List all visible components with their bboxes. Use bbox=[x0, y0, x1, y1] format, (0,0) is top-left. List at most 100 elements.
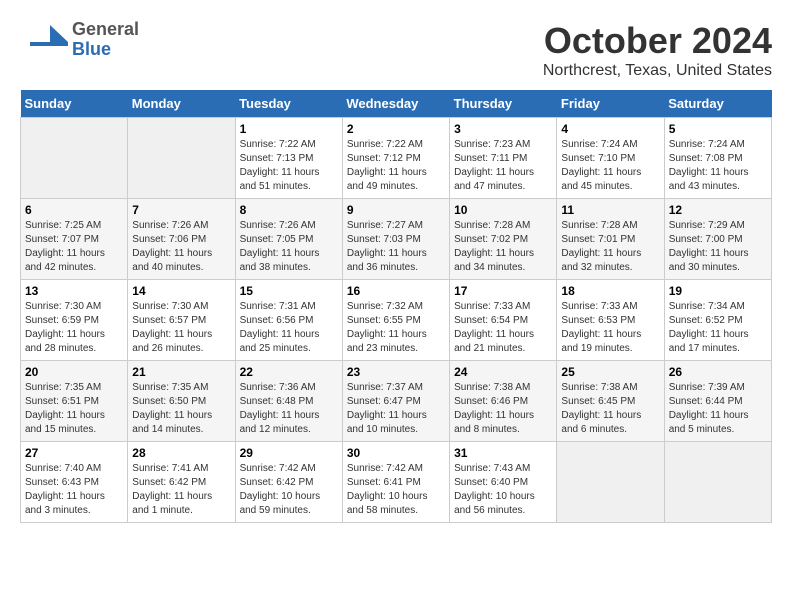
day-number: 20 bbox=[25, 365, 123, 379]
day-header-saturday: Saturday bbox=[664, 90, 771, 118]
calendar-cell: 22 Sunrise: 7:36 AM Sunset: 6:48 PM Dayli… bbox=[235, 361, 342, 442]
calendar-cell: 12Sunrise: 7:29 AM Sunset: 7:00 PM Dayli… bbox=[664, 199, 771, 280]
day-number: 11 bbox=[561, 203, 659, 217]
logo-words: General Blue bbox=[72, 20, 139, 60]
day-number: 21 bbox=[132, 365, 230, 379]
day-info: Sunrise: 7:22 AM Sunset: 7:12 PM Dayligh… bbox=[347, 138, 445, 194]
day-info: Sunrise: 7:35 AM Sunset: 6:51 PM Dayligh… bbox=[25, 381, 123, 437]
page-header: General Blue October 2024 Northcrest, Te… bbox=[20, 20, 772, 80]
calendar-cell: 9 Sunrise: 7:27 AM Sunset: 7:03 PM Daylig… bbox=[342, 199, 449, 280]
day-info: Sunrise: 7:30 AM Sunset: 6:57 PM Dayligh… bbox=[132, 300, 230, 356]
calendar-cell bbox=[21, 118, 128, 199]
calendar-cell: 18Sunrise: 7:33 AM Sunset: 6:53 PM Dayli… bbox=[557, 280, 664, 361]
calendar-cell: 29 Sunrise: 7:42 AM Sunset: 6:42 PM Dayli… bbox=[235, 442, 342, 523]
calendar-cell: 13 Sunrise: 7:30 AM Sunset: 6:59 PM Dayli… bbox=[21, 280, 128, 361]
day-number: 29 bbox=[240, 446, 338, 460]
calendar-cell: 31Sunrise: 7:43 AM Sunset: 6:40 PM Dayli… bbox=[450, 442, 557, 523]
calendar-cell: 6Sunrise: 7:25 AM Sunset: 7:07 PM Daylig… bbox=[21, 199, 128, 280]
day-number: 8 bbox=[240, 203, 338, 217]
day-info: Sunrise: 7:39 AM Sunset: 6:44 PM Dayligh… bbox=[669, 381, 767, 437]
day-info: Sunrise: 7:28 AM Sunset: 7:01 PM Dayligh… bbox=[561, 219, 659, 275]
day-number: 17 bbox=[454, 284, 552, 298]
day-number: 28 bbox=[132, 446, 230, 460]
day-info: Sunrise: 7:24 AM Sunset: 7:08 PM Dayligh… bbox=[669, 138, 767, 194]
day-info: Sunrise: 7:23 AM Sunset: 7:11 PM Dayligh… bbox=[454, 138, 552, 194]
calendar-cell: 30Sunrise: 7:42 AM Sunset: 6:41 PM Dayli… bbox=[342, 442, 449, 523]
calendar-cell: 7 Sunrise: 7:26 AM Sunset: 7:06 PM Daylig… bbox=[128, 199, 235, 280]
calendar-table: SundayMondayTuesdayWednesdayThursdayFrid… bbox=[20, 90, 772, 523]
logo-blue-text: Blue bbox=[72, 40, 139, 60]
calendar-cell: 1Sunrise: 7:22 AM Sunset: 7:13 PM Daylig… bbox=[235, 118, 342, 199]
day-number: 25 bbox=[561, 365, 659, 379]
calendar-cell: 3 Sunrise: 7:23 AM Sunset: 7:11 PM Daylig… bbox=[450, 118, 557, 199]
calendar-cell: 20 Sunrise: 7:35 AM Sunset: 6:51 PM Dayli… bbox=[21, 361, 128, 442]
calendar-cell: 28 Sunrise: 7:41 AM Sunset: 6:42 PM Dayli… bbox=[128, 442, 235, 523]
calendar-cell: 4Sunrise: 7:24 AM Sunset: 7:10 PM Daylig… bbox=[557, 118, 664, 199]
day-number: 5 bbox=[669, 122, 767, 136]
day-header-wednesday: Wednesday bbox=[342, 90, 449, 118]
day-number: 9 bbox=[347, 203, 445, 217]
day-header-monday: Monday bbox=[128, 90, 235, 118]
day-header-tuesday: Tuesday bbox=[235, 90, 342, 118]
day-info: Sunrise: 7:28 AM Sunset: 7:02 PM Dayligh… bbox=[454, 219, 552, 275]
calendar-cell: 11 Sunrise: 7:28 AM Sunset: 7:01 PM Dayli… bbox=[557, 199, 664, 280]
day-info: Sunrise: 7:36 AM Sunset: 6:48 PM Dayligh… bbox=[240, 381, 338, 437]
day-number: 10 bbox=[454, 203, 552, 217]
week-row-3: 13 Sunrise: 7:30 AM Sunset: 6:59 PM Dayli… bbox=[21, 280, 772, 361]
day-number: 2 bbox=[347, 122, 445, 136]
calendar-cell bbox=[128, 118, 235, 199]
calendar-cell: 25 Sunrise: 7:38 AM Sunset: 6:45 PM Dayli… bbox=[557, 361, 664, 442]
logo-general-text: General bbox=[72, 20, 139, 40]
calendar-cell: 8 Sunrise: 7:26 AM Sunset: 7:05 PM Daylig… bbox=[235, 199, 342, 280]
day-number: 16 bbox=[347, 284, 445, 298]
day-info: Sunrise: 7:31 AM Sunset: 6:56 PM Dayligh… bbox=[240, 300, 338, 356]
day-number: 7 bbox=[132, 203, 230, 217]
page-title: October 2024 bbox=[543, 20, 772, 62]
day-number: 24 bbox=[454, 365, 552, 379]
day-info: Sunrise: 7:42 AM Sunset: 6:42 PM Dayligh… bbox=[240, 462, 338, 518]
day-info: Sunrise: 7:43 AM Sunset: 6:40 PM Dayligh… bbox=[454, 462, 552, 518]
calendar-cell: 24Sunrise: 7:38 AM Sunset: 6:46 PM Dayli… bbox=[450, 361, 557, 442]
day-number: 4 bbox=[561, 122, 659, 136]
day-info: Sunrise: 7:26 AM Sunset: 7:05 PM Dayligh… bbox=[240, 219, 338, 275]
day-number: 30 bbox=[347, 446, 445, 460]
day-number: 3 bbox=[454, 122, 552, 136]
day-info: Sunrise: 7:41 AM Sunset: 6:42 PM Dayligh… bbox=[132, 462, 230, 518]
week-row-5: 27Sunrise: 7:40 AM Sunset: 6:43 PM Dayli… bbox=[21, 442, 772, 523]
day-info: Sunrise: 7:38 AM Sunset: 6:45 PM Dayligh… bbox=[561, 381, 659, 437]
day-number: 15 bbox=[240, 284, 338, 298]
calendar-cell: 16 Sunrise: 7:32 AM Sunset: 6:55 PM Dayli… bbox=[342, 280, 449, 361]
day-info: Sunrise: 7:33 AM Sunset: 6:54 PM Dayligh… bbox=[454, 300, 552, 356]
calendar-cell: 10 Sunrise: 7:28 AM Sunset: 7:02 PM Dayli… bbox=[450, 199, 557, 280]
day-number: 13 bbox=[25, 284, 123, 298]
day-number: 22 bbox=[240, 365, 338, 379]
day-info: Sunrise: 7:33 AM Sunset: 6:53 PM Dayligh… bbox=[561, 300, 659, 356]
week-row-4: 20 Sunrise: 7:35 AM Sunset: 6:51 PM Dayli… bbox=[21, 361, 772, 442]
day-info: Sunrise: 7:30 AM Sunset: 6:59 PM Dayligh… bbox=[25, 300, 123, 356]
calendar-header-row: SundayMondayTuesdayWednesdayThursdayFrid… bbox=[21, 90, 772, 118]
day-info: Sunrise: 7:27 AM Sunset: 7:03 PM Dayligh… bbox=[347, 219, 445, 275]
day-header-sunday: Sunday bbox=[21, 90, 128, 118]
day-info: Sunrise: 7:32 AM Sunset: 6:55 PM Dayligh… bbox=[347, 300, 445, 356]
calendar-cell: 27Sunrise: 7:40 AM Sunset: 6:43 PM Dayli… bbox=[21, 442, 128, 523]
week-row-1: 1Sunrise: 7:22 AM Sunset: 7:13 PM Daylig… bbox=[21, 118, 772, 199]
day-header-friday: Friday bbox=[557, 90, 664, 118]
calendar-cell: 17 Sunrise: 7:33 AM Sunset: 6:54 PM Dayli… bbox=[450, 280, 557, 361]
calendar-cell: 19Sunrise: 7:34 AM Sunset: 6:52 PM Dayli… bbox=[664, 280, 771, 361]
title-block: October 2024 Northcrest, Texas, United S… bbox=[543, 20, 772, 80]
logo: General Blue bbox=[20, 20, 139, 60]
day-number: 23 bbox=[347, 365, 445, 379]
day-info: Sunrise: 7:25 AM Sunset: 7:07 PM Dayligh… bbox=[25, 219, 123, 275]
calendar-cell bbox=[664, 442, 771, 523]
calendar-cell: 23Sunrise: 7:37 AM Sunset: 6:47 PM Dayli… bbox=[342, 361, 449, 442]
calendar-cell: 2 Sunrise: 7:22 AM Sunset: 7:12 PM Daylig… bbox=[342, 118, 449, 199]
day-info: Sunrise: 7:26 AM Sunset: 7:06 PM Dayligh… bbox=[132, 219, 230, 275]
day-number: 27 bbox=[25, 446, 123, 460]
day-info: Sunrise: 7:29 AM Sunset: 7:00 PM Dayligh… bbox=[669, 219, 767, 275]
calendar-cell: 26Sunrise: 7:39 AM Sunset: 6:44 PM Dayli… bbox=[664, 361, 771, 442]
day-info: Sunrise: 7:34 AM Sunset: 6:52 PM Dayligh… bbox=[669, 300, 767, 356]
logo-icon bbox=[20, 20, 70, 60]
day-number: 14 bbox=[132, 284, 230, 298]
day-info: Sunrise: 7:22 AM Sunset: 7:13 PM Dayligh… bbox=[240, 138, 338, 194]
calendar-cell: 5 Sunrise: 7:24 AM Sunset: 7:08 PM Daylig… bbox=[664, 118, 771, 199]
